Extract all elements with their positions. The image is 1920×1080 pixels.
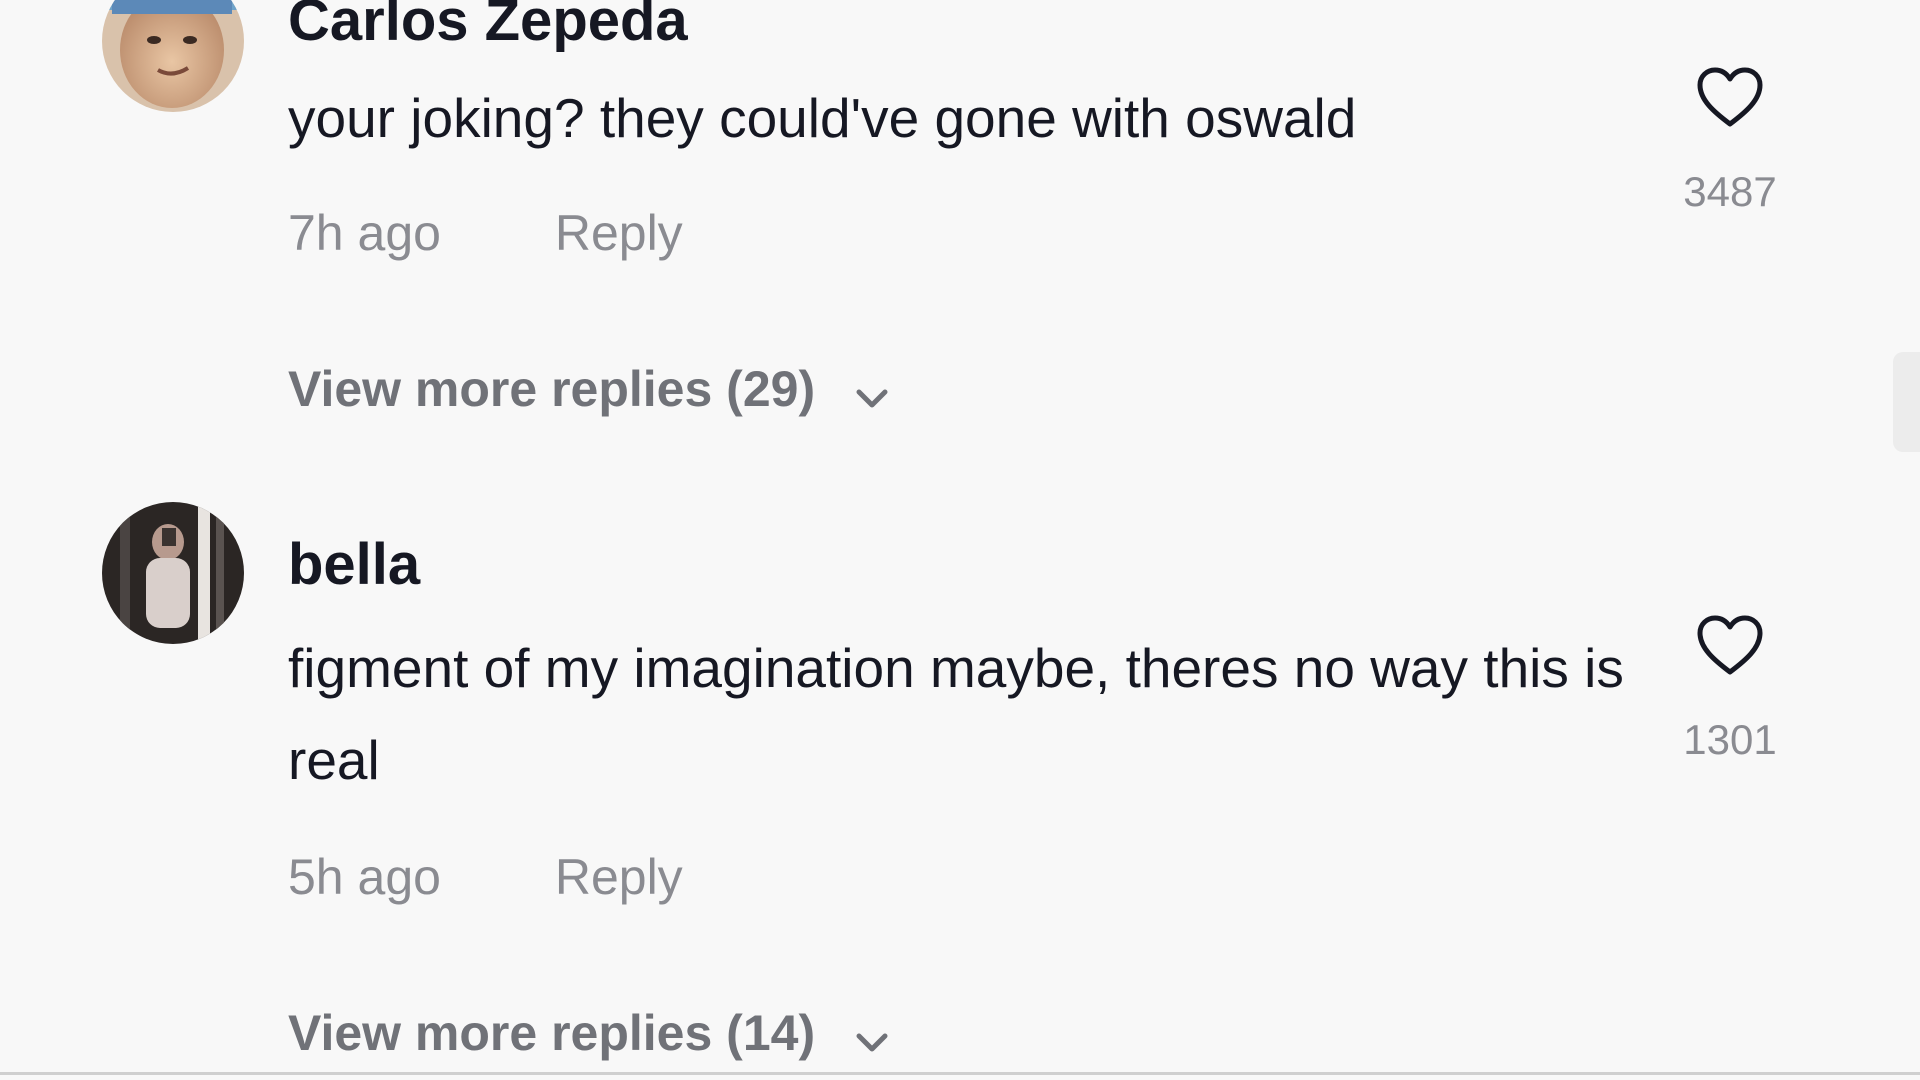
chevron-down-icon	[855, 368, 889, 418]
reply-button[interactable]: Reply	[555, 852, 683, 902]
comment-meta: 5h ago Reply	[288, 852, 683, 902]
scrollbar-thumb[interactable]	[1893, 352, 1920, 452]
comment-username[interactable]: Carlos Zepeda	[288, 0, 688, 50]
like-control: 1301	[1683, 614, 1777, 761]
comment-item: bella figment of my imagination maybe, t…	[0, 500, 1840, 1080]
heart-outline-icon[interactable]	[1690, 66, 1770, 135]
heart-outline-icon[interactable]	[1690, 614, 1770, 683]
like-control: 3487	[1683, 66, 1777, 213]
comment-text: figment of my imagination maybe, theres …	[288, 637, 1624, 791]
view-more-replies-label: View more replies (14)	[288, 1005, 816, 1061]
avatar[interactable]	[102, 502, 244, 644]
reply-button[interactable]: Reply	[555, 208, 683, 258]
chevron-down-icon	[855, 1012, 889, 1062]
avatar[interactable]	[102, 0, 244, 112]
view-more-replies-button[interactable]: View more replies (14)	[288, 1008, 889, 1062]
divider	[0, 1072, 1920, 1075]
comments-panel: Carlos Zepeda your joking? they could've…	[0, 0, 1920, 1080]
comment-timestamp: 5h ago	[288, 849, 441, 905]
comment-item: Carlos Zepeda your joking? they could've…	[0, 0, 1840, 420]
comment-timestamp: 7h ago	[288, 205, 441, 261]
comment-text: your joking? they could've gone with osw…	[288, 87, 1357, 149]
like-count: 1301	[1683, 716, 1777, 763]
like-count: 3487	[1683, 168, 1777, 215]
view-more-replies-button[interactable]: View more replies (29)	[288, 364, 889, 418]
comment-username[interactable]: bella	[288, 536, 420, 594]
view-more-replies-label: View more replies (29)	[288, 361, 816, 417]
comment-meta: 7h ago Reply	[288, 208, 683, 258]
